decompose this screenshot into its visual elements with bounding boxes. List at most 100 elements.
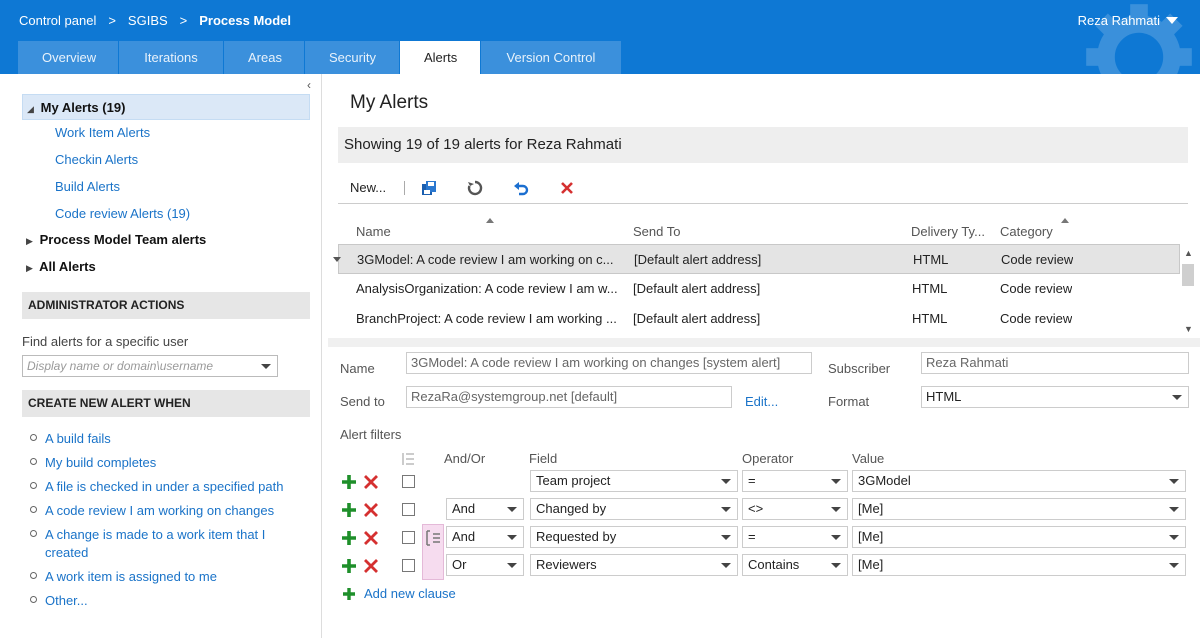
tree-item-checkin-alerts[interactable]: Checkin Alerts bbox=[55, 147, 138, 173]
table-row[interactable]: BranchProject: A code review I am workin… bbox=[338, 304, 1180, 334]
send-to-field[interactable]: RezaRa@systemgroup.net [default] bbox=[406, 386, 732, 408]
chevron-down-icon[interactable] bbox=[507, 535, 517, 540]
chevron-down-icon[interactable] bbox=[507, 563, 517, 568]
chevron-down-icon[interactable] bbox=[831, 563, 841, 568]
chevron-down-icon[interactable] bbox=[1169, 563, 1179, 568]
add-clause-icon[interactable] bbox=[341, 474, 357, 490]
remove-clause-icon[interactable] bbox=[363, 558, 379, 574]
field-select[interactable]: Changed by bbox=[530, 498, 738, 520]
chevron-down-icon[interactable] bbox=[1172, 395, 1182, 400]
tree-item-code-review-alerts[interactable]: Code review Alerts (19) bbox=[55, 201, 190, 227]
chevron-down-icon[interactable] bbox=[831, 507, 841, 512]
delete-icon[interactable] bbox=[557, 178, 577, 198]
tab-areas[interactable]: Areas bbox=[224, 41, 304, 74]
collapse-sidebar-icon[interactable]: ‹ bbox=[307, 78, 311, 92]
tab-overview[interactable]: Overview bbox=[18, 41, 118, 74]
create-alert-build-fails[interactable]: A build fails bbox=[30, 430, 300, 448]
refresh-icon[interactable] bbox=[465, 178, 485, 198]
create-alert-work-item-assigned[interactable]: A work item is assigned to me bbox=[30, 568, 300, 586]
user-menu[interactable]: Reza Rahmati bbox=[1078, 13, 1178, 28]
clause-checkbox[interactable] bbox=[402, 503, 415, 516]
collapsed-triangle-icon[interactable]: ▶ bbox=[22, 255, 36, 281]
value-select[interactable]: 3GModel bbox=[852, 470, 1186, 492]
chevron-down-icon[interactable] bbox=[721, 535, 731, 540]
chevron-down-icon[interactable] bbox=[831, 535, 841, 540]
add-clause-icon[interactable] bbox=[341, 502, 357, 518]
tree-item-work-item-alerts[interactable]: Work Item Alerts bbox=[55, 120, 150, 146]
clause-checkbox[interactable] bbox=[402, 559, 415, 572]
chevron-down-icon[interactable] bbox=[721, 563, 731, 568]
create-alert-work-item-change[interactable]: A change is made to a work item that I c… bbox=[30, 526, 300, 562]
operator-select[interactable]: <> bbox=[742, 498, 848, 520]
bullet-icon bbox=[30, 434, 37, 441]
operator-select-value: = bbox=[748, 529, 756, 544]
tree-item-team-alerts[interactable]: ▶ Process Model Team alerts bbox=[22, 227, 310, 253]
grid-scrollbar[interactable]: ▲ ▼ bbox=[1180, 244, 1196, 336]
chevron-down-icon[interactable] bbox=[261, 364, 271, 369]
chevron-down-icon[interactable] bbox=[831, 479, 841, 484]
add-new-clause-link[interactable]: Add new clause bbox=[343, 586, 456, 601]
alert-name-field[interactable]: 3GModel: A code review I am working on c… bbox=[406, 352, 812, 374]
create-alert-code-review[interactable]: A code review I am working on changes bbox=[30, 502, 300, 520]
value-select[interactable]: [Me] bbox=[852, 554, 1186, 576]
field-select[interactable]: Requested by bbox=[530, 526, 738, 548]
scroll-up-icon[interactable]: ▲ bbox=[1184, 248, 1193, 258]
find-user-input[interactable]: Display name or domain\username bbox=[22, 355, 278, 377]
andor-select[interactable]: And bbox=[446, 526, 524, 548]
subscriber-field[interactable]: Reza Rahmati bbox=[921, 352, 1189, 374]
user-name: Reza Rahmati bbox=[1077, 13, 1160, 28]
clause-checkbox[interactable] bbox=[402, 531, 415, 544]
chevron-down-icon[interactable] bbox=[1169, 535, 1179, 540]
splitter[interactable] bbox=[328, 338, 1200, 347]
table-row[interactable]: 3GModel: A code review I am working on c… bbox=[333, 244, 1180, 274]
operator-select[interactable]: = bbox=[742, 470, 848, 492]
create-alert-other[interactable]: Other... bbox=[30, 592, 300, 610]
chevron-down-icon[interactable] bbox=[721, 507, 731, 512]
tree-item-build-alerts[interactable]: Build Alerts bbox=[55, 174, 120, 200]
save-all-icon[interactable] bbox=[419, 178, 439, 198]
chevron-down-icon[interactable] bbox=[721, 479, 731, 484]
chevron-down-icon[interactable] bbox=[1169, 507, 1179, 512]
andor-select[interactable]: Or bbox=[446, 554, 524, 576]
column-header-name[interactable]: Name bbox=[356, 224, 391, 239]
breadcrumb-control-panel[interactable]: Control panel bbox=[19, 13, 96, 28]
remove-clause-icon[interactable] bbox=[363, 502, 379, 518]
group-clauses-icon[interactable] bbox=[400, 451, 416, 467]
edit-send-to-link[interactable]: Edit... bbox=[745, 394, 778, 409]
add-clause-icon[interactable] bbox=[341, 558, 357, 574]
field-select[interactable]: Reviewers bbox=[530, 554, 738, 576]
tab-alerts[interactable]: Alerts bbox=[400, 41, 480, 74]
remove-clause-icon[interactable] bbox=[363, 530, 379, 546]
tree-item-all-alerts[interactable]: ▶ All Alerts bbox=[22, 254, 310, 280]
column-header-delivery-type[interactable]: Delivery Ty... bbox=[911, 224, 985, 239]
operator-select[interactable]: = bbox=[742, 526, 848, 548]
clause-checkbox[interactable] bbox=[402, 475, 415, 488]
table-row[interactable]: AnalysisOrganization: A code review I am… bbox=[338, 274, 1180, 304]
tab-security[interactable]: Security bbox=[305, 41, 399, 74]
column-header-category[interactable]: Category bbox=[1000, 224, 1053, 239]
tab-version-control[interactable]: Version Control bbox=[481, 41, 621, 74]
undo-icon[interactable] bbox=[511, 178, 531, 198]
chevron-down-icon[interactable] bbox=[507, 507, 517, 512]
breadcrumb-sgibs[interactable]: SGIBS bbox=[128, 13, 168, 28]
field-select[interactable]: Team project bbox=[530, 470, 738, 492]
breadcrumb-process-model[interactable]: Process Model bbox=[199, 13, 291, 28]
operator-select[interactable]: Contains bbox=[742, 554, 848, 576]
create-alert-build-completes[interactable]: My build completes bbox=[30, 454, 300, 472]
andor-select[interactable]: And bbox=[446, 498, 524, 520]
chevron-down-icon[interactable] bbox=[1169, 479, 1179, 484]
tab-iterations[interactable]: Iterations bbox=[119, 41, 223, 74]
tree-item-my-alerts[interactable]: ◢ My Alerts (19) bbox=[22, 94, 310, 120]
value-select[interactable]: [Me] bbox=[852, 526, 1186, 548]
value-select[interactable]: [Me] bbox=[852, 498, 1186, 520]
remove-clause-icon[interactable] bbox=[363, 474, 379, 490]
column-header-send-to[interactable]: Send To bbox=[633, 224, 680, 239]
add-clause-icon[interactable] bbox=[341, 530, 357, 546]
scroll-down-icon[interactable]: ▼ bbox=[1184, 324, 1193, 334]
collapsed-triangle-icon[interactable]: ▶ bbox=[22, 228, 36, 254]
format-select[interactable]: HTML bbox=[921, 386, 1189, 408]
expanded-triangle-icon[interactable]: ◢ bbox=[23, 96, 37, 122]
new-alert-button[interactable]: New... bbox=[350, 180, 386, 195]
scroll-thumb[interactable] bbox=[1182, 264, 1194, 286]
create-alert-file-checked-in[interactable]: A file is checked in under a specified p… bbox=[30, 478, 300, 496]
